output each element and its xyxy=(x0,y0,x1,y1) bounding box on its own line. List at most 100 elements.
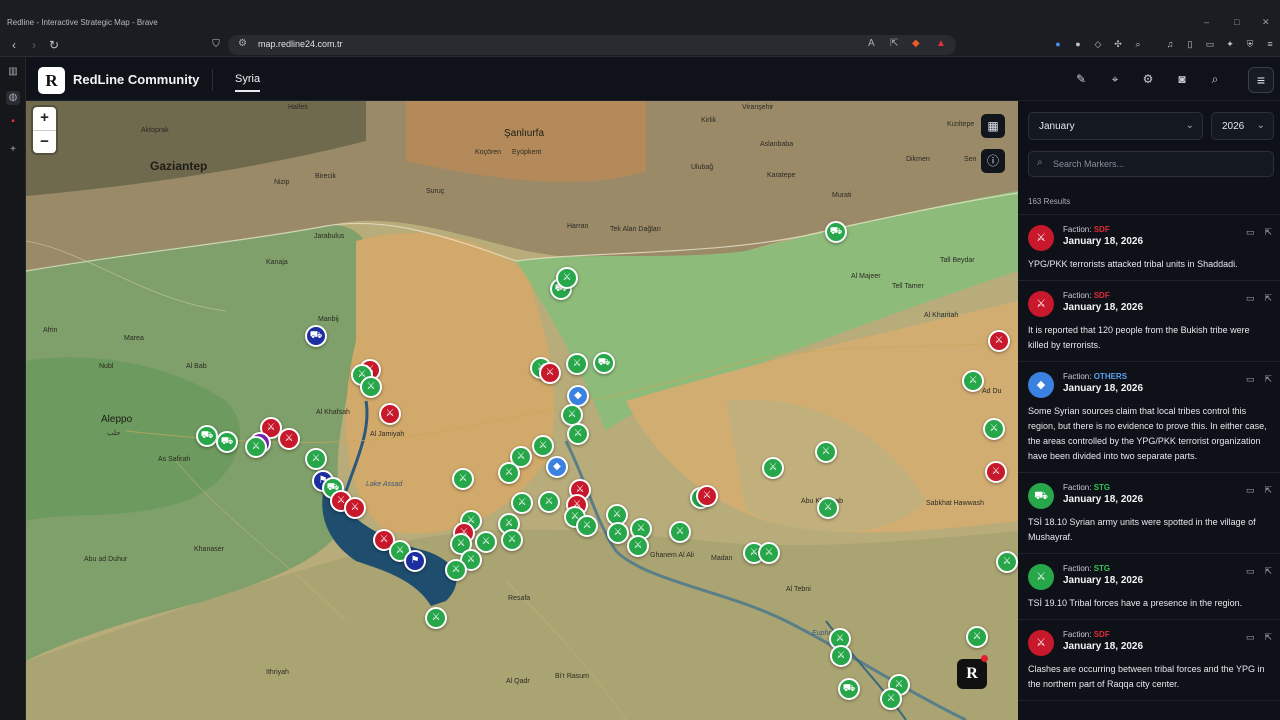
marker-stg[interactable]: ⚔ xyxy=(538,491,560,513)
vpn-icon[interactable]: ⛨ xyxy=(1244,38,1256,50)
extensions-icon[interactable]: ✣ xyxy=(1112,38,1124,50)
maximize-icon[interactable]: □ xyxy=(1234,17,1239,27)
tab-search-icon[interactable]: ⌕ xyxy=(1132,38,1144,50)
marker-stg[interactable]: ⚔ xyxy=(669,521,691,543)
site-info-icon[interactable]: ⚙ xyxy=(238,38,247,49)
video-icon[interactable]: ▭ xyxy=(1246,566,1255,576)
back-icon[interactable]: ‹ xyxy=(6,37,22,53)
marker-stg[interactable]: ⚔ xyxy=(576,515,598,537)
marker-stg[interactable]: ⚔ xyxy=(830,645,852,667)
address-bar[interactable]: ⚙ map.redline24.com.tr A ⇱ ◆ ▲ xyxy=(228,35,956,55)
marker-sdf[interactable]: ⚔ xyxy=(379,403,401,425)
marker-stg[interactable]: ⚔ xyxy=(817,497,839,519)
marker-stg[interactable]: ⚔ xyxy=(445,559,467,581)
location-pin-icon[interactable]: ⌖ xyxy=(1107,71,1123,87)
sidebar-tab-icon[interactable]: ◍ xyxy=(6,91,20,105)
marker-stg[interactable]: ⚔ xyxy=(962,370,984,392)
minimize-icon[interactable]: – xyxy=(1204,17,1209,27)
list-item[interactable]: ⚔ Faction: SDF January 18, 2026 It is repor… xyxy=(1018,281,1280,362)
marker-sdf[interactable]: ⚔ xyxy=(988,330,1010,352)
marker-stg[interactable]: ⛟ xyxy=(196,425,218,447)
wallet-icon[interactable]: ▭ xyxy=(1204,38,1216,50)
forward-icon[interactable]: › xyxy=(26,37,42,53)
sidebar-panel-icon[interactable]: ▥ xyxy=(6,65,20,79)
marker-stg[interactable]: ⚔ xyxy=(566,353,588,375)
marker-others[interactable]: ◆ xyxy=(546,456,568,478)
marker-vehicle[interactable]: ⛟ xyxy=(305,325,327,347)
extension-2-icon[interactable]: ● xyxy=(1072,38,1084,50)
marker-stg[interactable]: ⚔ xyxy=(983,418,1005,440)
marker-stg[interactable]: ⛟ xyxy=(838,678,860,700)
video-icon[interactable]: ▭ xyxy=(1246,485,1255,495)
external-link-icon[interactable]: ⇱ xyxy=(1264,566,1272,576)
menu-button[interactable]: ≡ xyxy=(1248,67,1274,93)
info-icon[interactable]: ⓘ xyxy=(981,149,1005,173)
marker-stg[interactable]: ⚔ xyxy=(627,535,649,557)
external-link-icon[interactable]: ⇱ xyxy=(1264,632,1272,642)
marker-stg[interactable]: ⚔ xyxy=(501,529,523,551)
video-icon[interactable]: ▭ xyxy=(1246,374,1255,384)
marker-stg[interactable]: ⚔ xyxy=(567,423,589,445)
list-item[interactable]: ⛟ Faction: STG January 18, 2026 TSİ 18.10 S… xyxy=(1018,473,1280,554)
marker-stg[interactable]: ⚔ xyxy=(475,531,497,553)
map-layers-icon[interactable]: ▦ xyxy=(981,114,1005,138)
marker-stg[interactable]: ⚔ xyxy=(607,522,629,544)
tab-syria[interactable]: Syria xyxy=(235,73,261,92)
sidebar-toggle-icon[interactable]: ▯ xyxy=(1184,38,1196,50)
marker-stg[interactable]: ⛟ xyxy=(216,431,238,453)
external-link-icon[interactable]: ⇱ xyxy=(1264,485,1272,495)
marker-stg[interactable]: ⚔ xyxy=(758,542,780,564)
video-icon[interactable]: ▭ xyxy=(1246,632,1255,642)
extension-3-icon[interactable]: ◇ xyxy=(1092,38,1104,50)
marker-stg[interactable]: ⚔ xyxy=(360,376,382,398)
marker-stg[interactable]: ⚔ xyxy=(425,607,447,629)
marker-stg[interactable]: ⚔ xyxy=(762,457,784,479)
extension-1-icon[interactable]: ● xyxy=(1052,38,1064,50)
marker-stg[interactable]: ⛟ xyxy=(593,352,615,374)
marker-sdf[interactable]: ⚔ xyxy=(696,485,718,507)
leo-icon[interactable]: ✦ xyxy=(1224,38,1236,50)
close-window-icon[interactable]: ✕ xyxy=(1262,17,1270,28)
video-icon[interactable]: ▭ xyxy=(1246,227,1255,237)
marker-stg[interactable]: ⚔ xyxy=(532,435,554,457)
external-link-icon[interactable]: ⇱ xyxy=(1264,293,1272,303)
month-select[interactable]: January ⌄ xyxy=(1028,112,1203,140)
brave-rewards-icon[interactable]: ▲ xyxy=(936,38,946,49)
url-text[interactable]: map.redline24.com.tr xyxy=(258,39,343,49)
reload-icon[interactable]: ↻ xyxy=(46,37,62,53)
zoom-out-button[interactable]: − xyxy=(33,130,56,153)
translate-icon[interactable]: A xyxy=(868,38,875,49)
marker-stg[interactable]: ⚔ xyxy=(452,468,474,490)
marker-sdf[interactable]: ⚔ xyxy=(344,497,366,519)
redline-badge[interactable]: R xyxy=(957,659,987,689)
draw-icon[interactable]: ✎ xyxy=(1073,71,1089,87)
share-icon[interactable]: ⇱ xyxy=(890,38,898,49)
external-link-icon[interactable]: ⇱ xyxy=(1264,227,1272,237)
marker-sdf[interactable]: ⚔ xyxy=(278,428,300,450)
sidebar-tab-redline-icon[interactable]: ▪ xyxy=(6,115,20,129)
list-item[interactable]: ◆ Faction: OTHERS January 18, 2026 Some Syr… xyxy=(1018,362,1280,473)
marker-stg[interactable]: ⚔ xyxy=(880,688,902,710)
map-area[interactable]: Aktoprak Halfeti Gaziantep Birecik Nizip… xyxy=(26,101,1018,720)
marker-sdf[interactable]: ⚔ xyxy=(985,461,1007,483)
brand-name[interactable]: RedLine Community xyxy=(73,72,199,87)
zoom-in-button[interactable]: + xyxy=(33,107,56,130)
search-icon[interactable]: ⌕ xyxy=(1207,71,1223,87)
media-icon[interactable]: ♫ xyxy=(1164,38,1176,50)
marker-stg[interactable]: ⚔ xyxy=(966,626,988,648)
add-tab-icon[interactable]: + xyxy=(6,143,20,157)
marker-stg[interactable]: ⚔ xyxy=(556,267,578,289)
year-select[interactable]: 2026 ⌄ xyxy=(1211,112,1274,140)
bookmark-icon[interactable]: ⛉ xyxy=(208,37,224,53)
browser-menu-icon[interactable]: ≡ xyxy=(1264,38,1276,50)
marker-vehicle[interactable]: ⚑ xyxy=(404,550,426,572)
marker-stg[interactable]: ⚔ xyxy=(305,448,327,470)
marker-stg[interactable]: ⚔ xyxy=(996,551,1018,573)
marker-stg[interactable]: ⚔ xyxy=(511,492,533,514)
list-item[interactable]: ⚔ Faction: SDF January 18, 2026 Clashes are… xyxy=(1018,620,1280,701)
marker-stg[interactable]: ⚔ xyxy=(245,436,267,458)
logo[interactable]: R xyxy=(38,67,65,94)
camera-icon[interactable]: ◙ xyxy=(1174,71,1190,87)
brave-shields-icon[interactable]: ◆ xyxy=(912,38,920,49)
marker-stg[interactable]: ⚔ xyxy=(815,441,837,463)
